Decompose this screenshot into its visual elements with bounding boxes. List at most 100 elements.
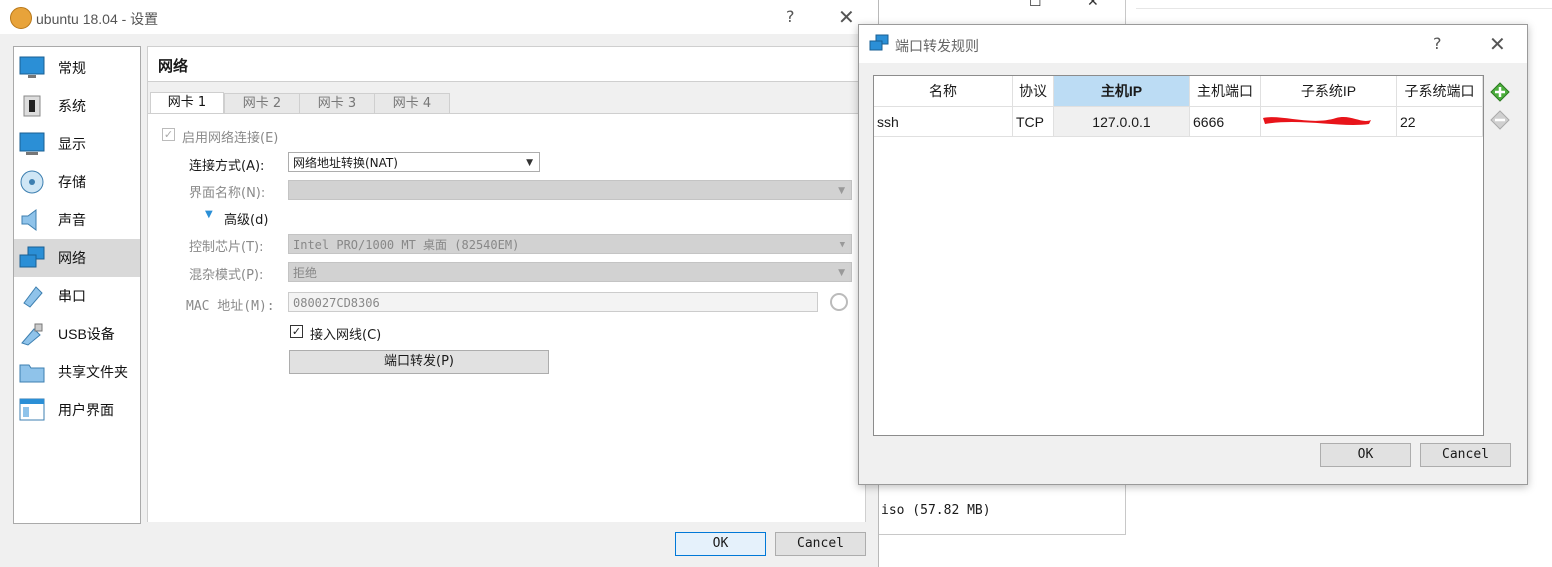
table-cell-host-port[interactable]: 6666 [1190,107,1261,137]
divider [1136,8,1552,9]
sidebar-item-label: 系统 [58,98,86,114]
column-header-guest-port[interactable]: 子系统端口 [1397,76,1483,107]
sidebar-item-label: USB设备 [58,326,115,342]
sidebar-item-general[interactable]: 常规 [14,49,140,87]
attach-mode-value: 网络地址转换(NAT) [293,156,398,170]
close-icon[interactable]: ✕ [1087,0,1099,10]
ok-button[interactable]: OK [1320,443,1411,467]
cable-connected-label: 接入网线(C) [310,328,382,343]
enable-network-label: 启用网络连接(E) [182,131,279,146]
iso-size-text: iso (57.82 MB) [881,503,991,518]
sidebar-item-usb[interactable]: USB设备 [14,315,140,353]
sidebar-item-label: 显示 [58,136,86,152]
attach-mode-select[interactable]: 网络地址转换(NAT) ▼ [288,152,540,172]
dropdown-arrow-icon: ▼ [839,240,845,250]
virtualbox-app-icon [10,7,32,29]
network-icon [19,246,45,268]
help-button[interactable]: ? [786,7,795,26]
window-title: ubuntu 18.04 - 设置 [36,11,159,27]
dropdown-arrow-icon: ▼ [838,268,845,278]
sidebar-item-user-interface[interactable]: 用户界面 [14,391,140,429]
adapter-type-value: Intel PRO/1000 MT 桌面 (82540EM) [293,238,520,252]
cancel-button[interactable]: Cancel [775,532,866,556]
table-cell-guest-port[interactable]: 22 [1397,107,1483,137]
attach-mode-label: 连接方式(A): [189,159,265,174]
settings-titlebar: ubuntu 18.04 - 设置 ? ✕ [0,0,878,34]
sidebar-item-storage[interactable]: 存储 [14,163,140,201]
settings-window: ubuntu 18.04 - 设置 ? ✕ 常规 系统 显示 存储 声音 网络 [0,0,879,567]
sidebar-item-label: 共享文件夹 [58,364,128,380]
display-icon [19,132,45,155]
tab-adapter-1[interactable]: 网卡 1 [150,92,224,115]
mac-address-label: MAC 地址(M): [186,299,275,314]
column-header-name[interactable]: 名称 [874,76,1013,107]
sidebar-item-serial[interactable]: 串口 [14,277,140,315]
adapter-type-label: 控制芯片(T): [189,240,264,255]
close-button[interactable]: ✕ [838,5,855,29]
sidebar-item-audio[interactable]: 声音 [14,201,140,239]
redaction-scribble [1263,117,1371,125]
dropdown-arrow-icon: ▼ [838,186,845,196]
tab-adapter-2[interactable]: 网卡 2 [224,93,300,114]
tab-adapter-3[interactable]: 网卡 3 [299,93,375,114]
ok-button[interactable]: OK [675,532,766,556]
network-icon [869,34,889,51]
port-forwarding-button[interactable]: 端口转发(P) [289,350,549,374]
usb-icon [21,323,43,346]
settings-sidebar: 常规 系统 显示 存储 声音 网络 串口 USB设备 共享文件夹 用户界面 [13,46,141,524]
sidebar-item-label: 用户界面 [58,402,114,418]
sidebar-item-label: 串口 [58,288,86,304]
sidebar-item-label: 网络 [58,250,86,266]
table-cell-name[interactable]: ssh [874,107,1013,137]
adapter-type-select[interactable]: Intel PRO/1000 MT 桌面 (82540EM) ▼ [288,234,852,254]
sidebar-item-system[interactable]: 系统 [14,87,140,125]
page-title-bar: 网络 [148,47,865,82]
column-header-guest-ip[interactable]: 子系统IP [1261,76,1397,107]
dropdown-arrow-icon: ▼ [526,158,533,168]
page-title: 网络 [158,57,189,75]
promiscuous-mode-value: 拒绝 [293,266,318,280]
cancel-button[interactable]: Cancel [1420,443,1511,467]
promiscuous-mode-select[interactable]: 拒绝 ▼ [288,262,852,282]
tab-adapter-4[interactable]: 网卡 4 [374,93,450,114]
speaker-icon [21,209,37,231]
cable-connected-checkbox[interactable]: ✓ [290,325,303,338]
sidebar-item-label: 常规 [58,60,86,76]
serial-port-icon [23,286,43,308]
column-header-host-port[interactable]: 主机端口 [1190,76,1261,107]
folder-icon [19,364,45,383]
sidebar-item-label: 存储 [58,174,86,190]
ui-window-icon [19,398,45,421]
refresh-mac-icon[interactable] [830,293,848,311]
sidebar-item-shared-folders[interactable]: 共享文件夹 [14,353,140,391]
column-header-protocol[interactable]: 协议 [1013,76,1054,107]
rule-actions [1489,81,1511,131]
add-rule-icon[interactable] [1489,81,1511,103]
close-button[interactable]: ✕ [1489,32,1506,56]
remove-rule-icon[interactable] [1489,109,1511,131]
expand-triangle-icon[interactable]: ▼ [205,209,213,220]
mac-address-field[interactable]: 080027CD8306 [288,292,818,312]
port-forwarding-dialog: 端口转发规则 ? ✕ 名称 协议 主机IP 主机端口 子系统IP 子系统端口 s… [858,24,1528,485]
dialog-title: 端口转发规则 [895,38,979,54]
chip-icon [23,95,41,117]
adapter-panel: ✓ 启用网络连接(E) 连接方式(A): 网络地址转换(NAT) ▼ 界面名称(… [148,113,865,522]
monitor-icon [19,56,45,78]
sidebar-item-label: 声音 [58,212,86,228]
maximize-icon[interactable]: ☐ [1029,0,1042,10]
table-cell-host-ip[interactable]: 127.0.0.1 [1054,107,1190,137]
advanced-toggle[interactable]: 高级(d) [224,209,268,228]
sidebar-item-network[interactable]: 网络 [14,239,140,277]
settings-content: 网络 网卡 1 网卡 2 网卡 3 网卡 4 ✓ 启用网络连接(E) 连接方式(… [147,46,866,522]
interface-name-label: 界面名称(N): [189,186,266,201]
column-header-host-ip[interactable]: 主机IP [1054,76,1190,107]
sidebar-item-display[interactable]: 显示 [14,125,140,163]
promiscuous-mode-label: 混杂模式(P): [189,268,264,283]
rules-table: 名称 协议 主机IP 主机端口 子系统IP 子系统端口 ssh TCP 127.… [873,75,1484,436]
disk-icon [20,170,44,194]
help-button[interactable]: ? [1433,34,1442,53]
enable-network-checkbox[interactable]: ✓ [162,128,175,141]
table-cell-protocol[interactable]: TCP [1013,107,1054,137]
interface-name-select[interactable]: ▼ [288,180,852,200]
dialog-titlebar: 端口转发规则 ? ✕ [859,25,1527,63]
